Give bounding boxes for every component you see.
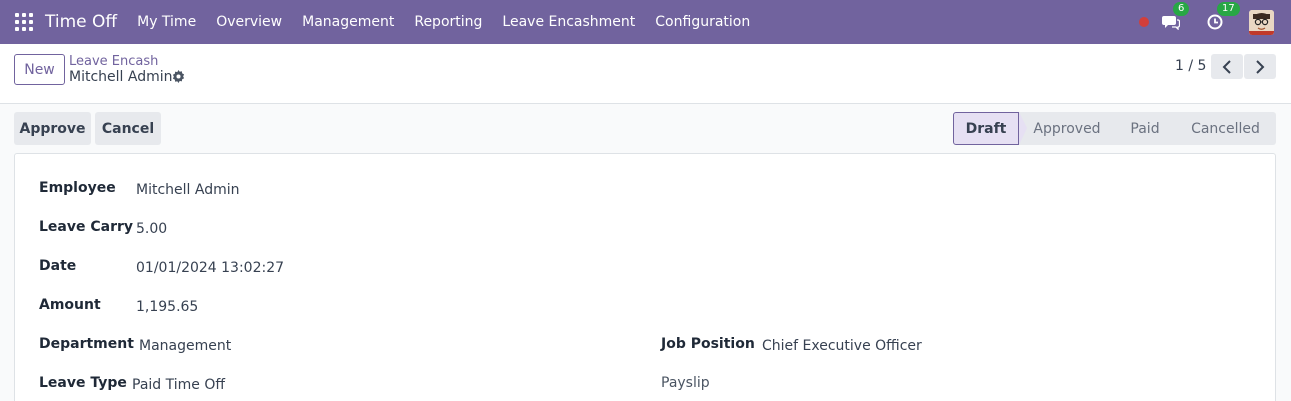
menu-item-my-time[interactable]: My Time xyxy=(127,14,206,30)
status-bar: Approve Cancel Draft Approved Paid Cance… xyxy=(0,104,1291,153)
gear-icon[interactable] xyxy=(172,70,186,84)
new-button[interactable]: New xyxy=(14,54,65,85)
chevron-left-icon xyxy=(1222,59,1231,74)
chevron-right-icon xyxy=(1256,59,1265,74)
stage-separator xyxy=(1019,112,1027,145)
menu-item-overview[interactable]: Overview xyxy=(206,14,292,30)
form-sheet: Employee Mitchell Admin Leave Carry 5.00… xyxy=(14,153,1276,401)
date-field[interactable]: 01/01/2024 13:02:27 xyxy=(136,260,284,276)
pager-next-button[interactable] xyxy=(1244,54,1276,79)
menu-item-management[interactable]: Management xyxy=(292,14,404,30)
user-avatar-icon xyxy=(1249,9,1274,35)
payslip-label: Payslip xyxy=(661,375,710,391)
activities-count-badge: 17 xyxy=(1217,2,1240,16)
top-navbar: Time Off My Time Overview Management Rep… xyxy=(0,0,1291,44)
stage-draft[interactable]: Draft xyxy=(953,112,1027,145)
user-avatar[interactable] xyxy=(1249,9,1274,35)
department-field[interactable]: Management xyxy=(139,338,231,354)
recording-indicator-icon[interactable] xyxy=(1139,17,1149,27)
job-position-field[interactable]: Chief Executive Officer xyxy=(762,338,922,354)
amount-field[interactable]: 1,195.65 xyxy=(136,299,198,315)
leave-type-label: Leave Type xyxy=(39,375,127,391)
employee-label: Employee xyxy=(39,180,116,196)
amount-label: Amount xyxy=(39,297,101,313)
leave-carry-label: Leave Carry xyxy=(39,219,134,235)
leave-carry-field[interactable]: 5.00 xyxy=(136,221,167,237)
stage-separator xyxy=(1115,112,1123,145)
pager-value[interactable]: 1 / 5 xyxy=(1175,58,1206,74)
stage-approved-label: Approved xyxy=(1033,120,1101,137)
pager-previous-button[interactable] xyxy=(1211,54,1243,79)
breadcrumb-current: Mitchell Admin xyxy=(69,69,173,85)
stage-draft-label: Draft xyxy=(965,120,1007,137)
stage-cancelled-label: Cancelled xyxy=(1191,120,1260,137)
stage-separator xyxy=(1175,112,1183,145)
stage-paid[interactable]: Paid xyxy=(1115,112,1183,145)
breadcrumb-parent-link[interactable]: Leave Encash xyxy=(69,54,158,69)
messages-count-badge: 6 xyxy=(1173,2,1190,16)
activities-button[interactable]: 17 xyxy=(1205,2,1240,32)
date-label: Date xyxy=(39,258,77,274)
approve-button[interactable]: Approve xyxy=(14,112,91,145)
menu-item-leave-encashment[interactable]: Leave Encashment xyxy=(492,14,645,30)
employee-field[interactable]: Mitchell Admin xyxy=(136,182,240,198)
stage-cancelled[interactable]: Cancelled xyxy=(1175,112,1276,145)
menu-item-configuration[interactable]: Configuration xyxy=(645,14,760,30)
chat-icon xyxy=(1162,16,1180,30)
menu-item-reporting[interactable]: Reporting xyxy=(404,14,492,30)
job-position-label: Job Position xyxy=(661,336,755,352)
stage-pipeline: Draft Approved Paid Cancelled xyxy=(953,112,1276,145)
leave-type-field[interactable]: Paid Time Off xyxy=(132,377,225,393)
messages-button[interactable]: 6 xyxy=(1161,2,1190,32)
systray: 6 17 xyxy=(1139,0,1274,44)
control-panel: New Leave Encash Mitchell Admin 1 / 5 xyxy=(0,44,1291,104)
apps-menu-icon[interactable] xyxy=(15,13,33,31)
stage-approved[interactable]: Approved xyxy=(1019,112,1123,145)
cancel-button[interactable]: Cancel xyxy=(95,112,161,145)
stage-paid-label: Paid xyxy=(1130,120,1160,137)
clock-icon xyxy=(1207,14,1223,30)
department-label: Department xyxy=(39,336,134,352)
app-title[interactable]: Time Off xyxy=(45,12,117,32)
